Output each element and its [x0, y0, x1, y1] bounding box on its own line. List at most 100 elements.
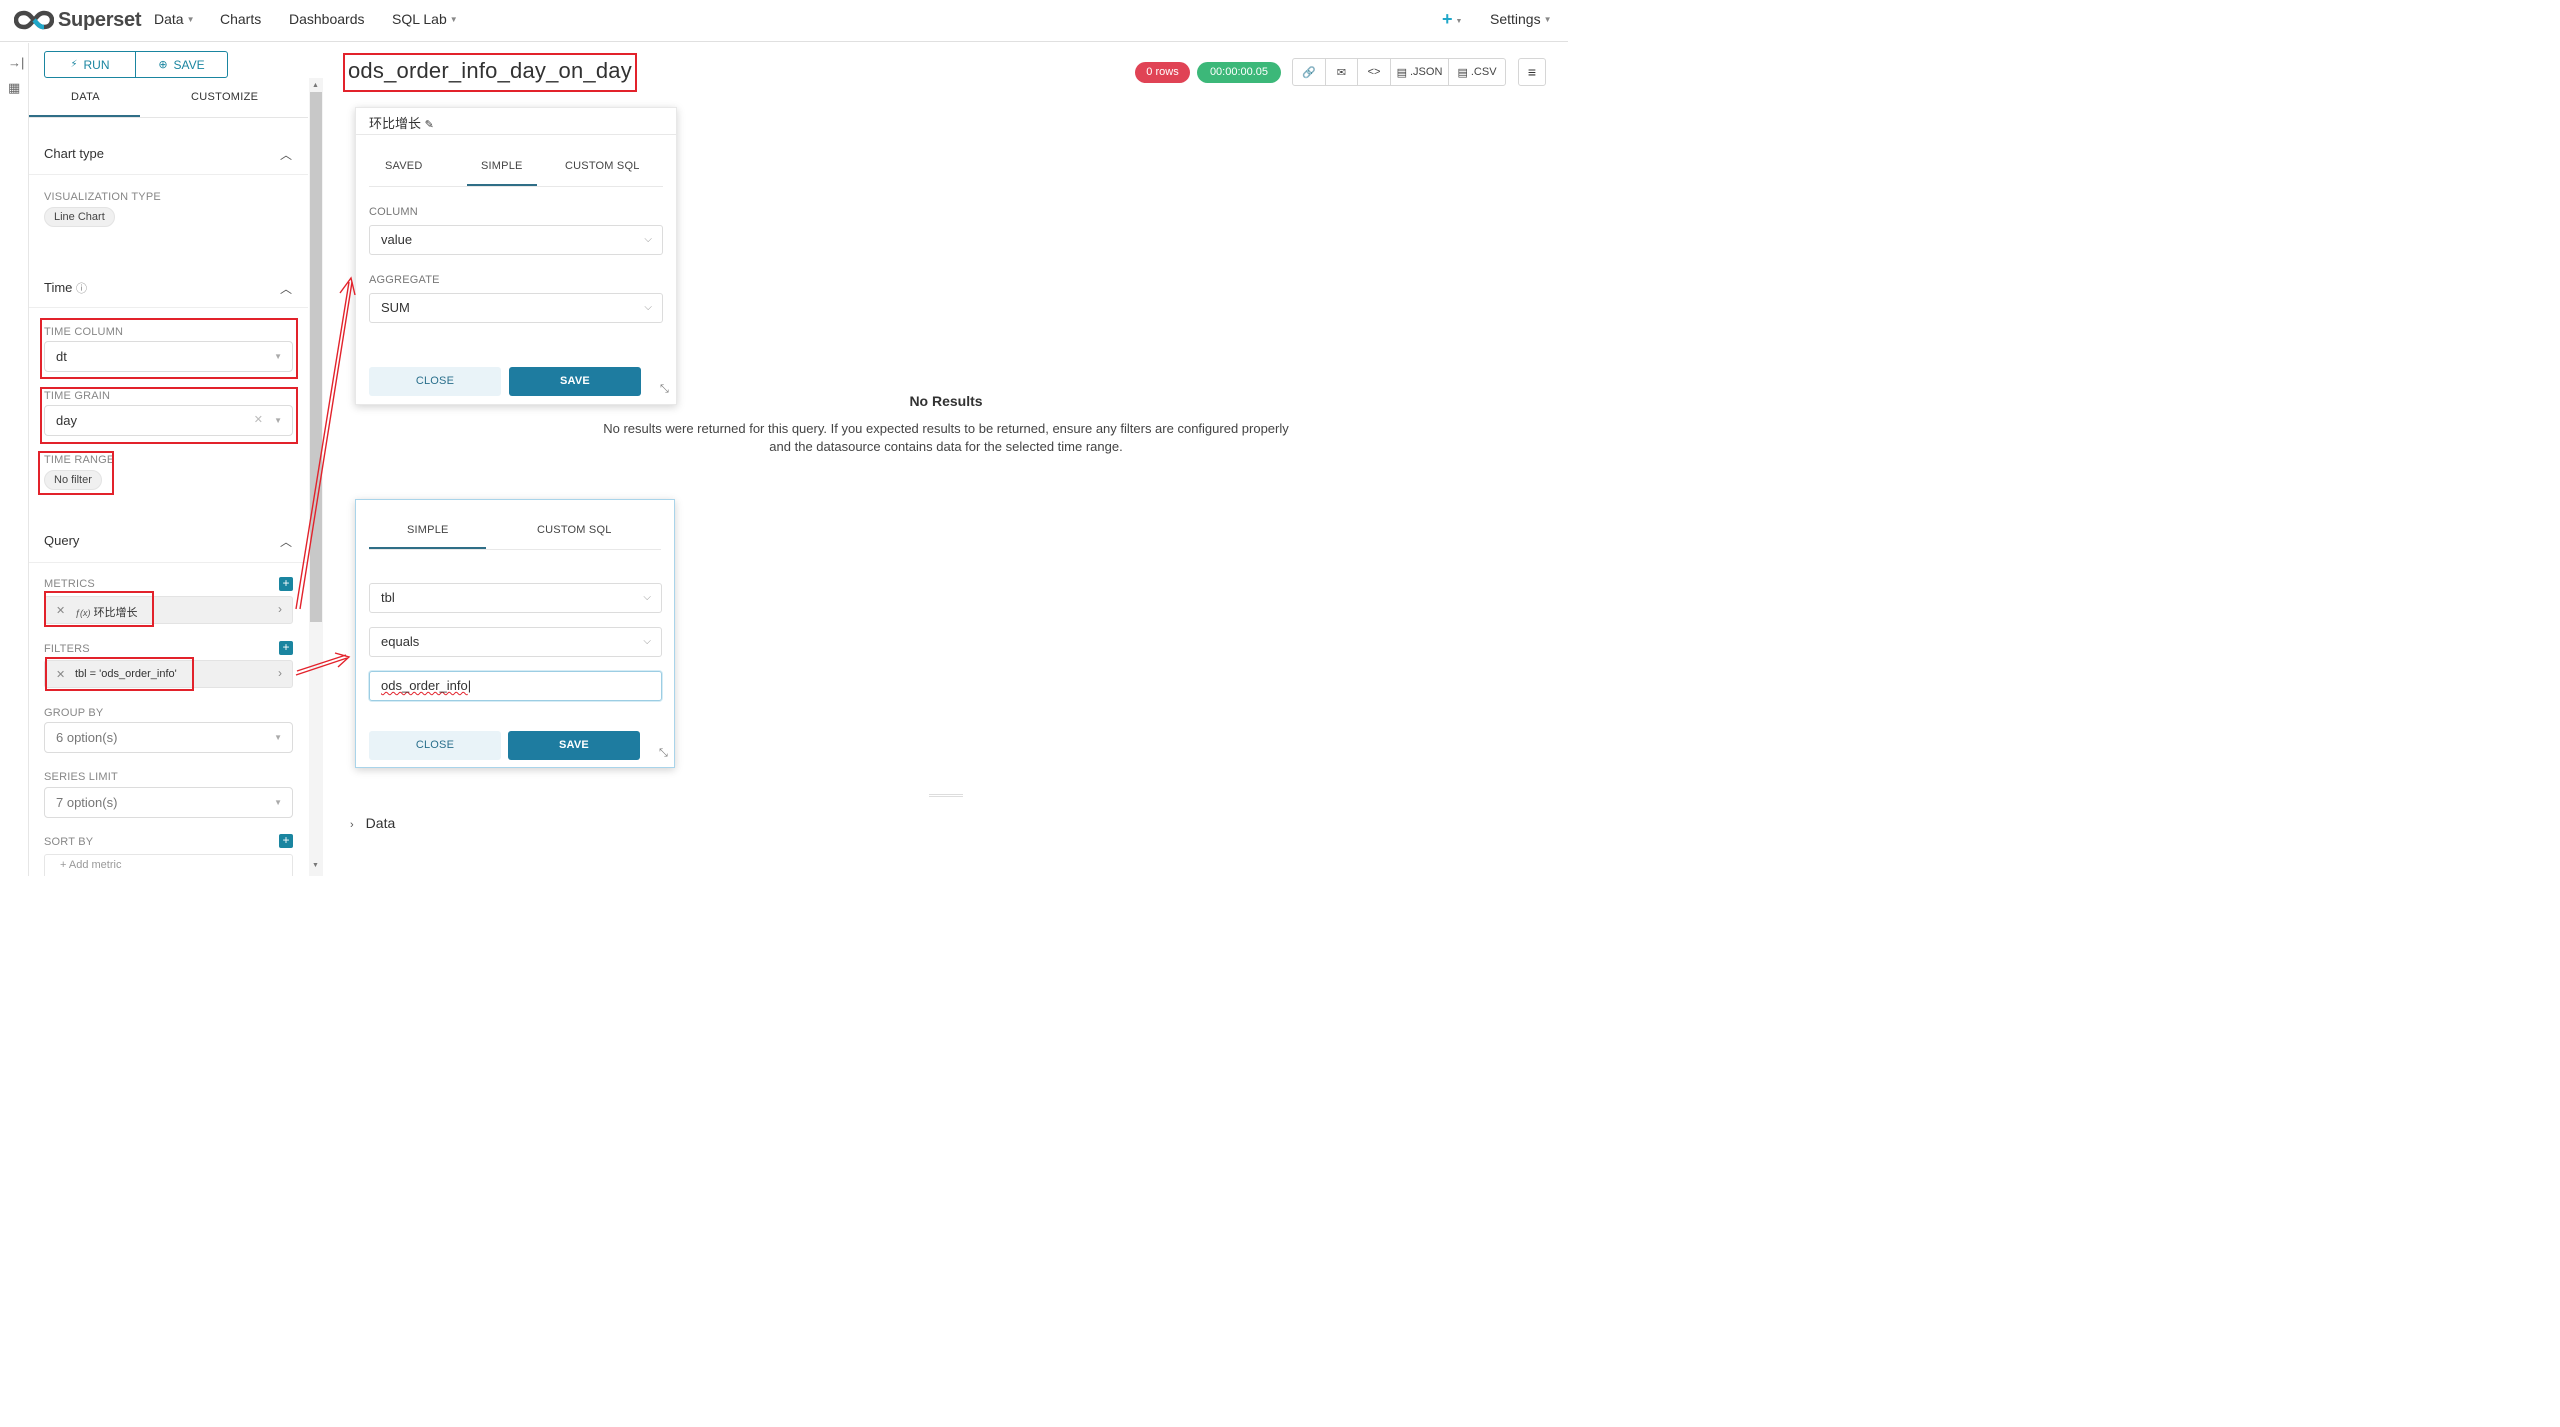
add-metric-text: Add metric — [68, 859, 122, 871]
aggregate-value: SUM — [381, 300, 410, 315]
plus-icon: + — [1442, 9, 1453, 29]
series-limit-placeholder: 7 option(s) — [56, 795, 118, 810]
run-button[interactable]: ⚡ RUN — [44, 51, 136, 78]
sort-by-label: SORT BY — [44, 836, 94, 848]
plus-icon: + — [60, 859, 67, 871]
divider — [29, 174, 308, 175]
resize-handle[interactable] — [929, 794, 963, 797]
chart-toolbar: 🔗 ✉ <> ▤ .JSON ▤ .CSV — [1292, 58, 1506, 86]
annotation-box — [40, 387, 298, 444]
close-button[interactable]: CLOSE — [369, 367, 501, 396]
link-icon[interactable]: 🔗 — [1293, 59, 1326, 85]
chevron-down-icon: ⌵ — [644, 302, 652, 313]
tab-simple[interactable]: SIMPLE — [407, 524, 449, 536]
divider — [29, 307, 308, 308]
nav-data[interactable]: Data ▼ — [154, 11, 195, 27]
viz-type-selector[interactable]: Line Chart — [44, 207, 115, 227]
data-section-toggle[interactable]: › Data — [350, 815, 395, 831]
file-icon: ▤ — [1457, 66, 1468, 79]
filter-operator-value: equals — [381, 634, 420, 649]
series-limit-select[interactable]: 7 option(s) ▼ — [44, 787, 293, 818]
divider — [369, 549, 661, 550]
metric-title: 环比增长 — [369, 116, 422, 131]
tab-data[interactable]: DATA — [71, 91, 100, 103]
tab-custom-sql[interactable]: CUSTOM SQL — [537, 524, 612, 536]
annotation-box — [343, 53, 637, 92]
section-chart-type-title[interactable]: Chart type — [44, 146, 104, 161]
save-label: SAVE — [173, 57, 205, 72]
text-cursor: | — [467, 678, 472, 693]
tab-custom-sql[interactable]: CUSTOM SQL — [565, 160, 640, 172]
superset-logo-icon — [14, 10, 54, 30]
run-label: RUN — [83, 57, 110, 72]
chevron-down-icon: ⌵ — [643, 636, 651, 647]
email-icon[interactable]: ✉ — [1326, 59, 1358, 85]
filter-comparator-input[interactable]: ods_order_info| — [369, 671, 662, 701]
scroll-up-arrow-icon[interactable]: ▲ — [312, 82, 319, 89]
nav-settings[interactable]: Settings ▼ — [1490, 11, 1552, 27]
nav-dashboards-label: Dashboards — [289, 11, 365, 27]
chevron-down-icon: ⌵ — [644, 234, 652, 245]
add-metric-plus-icon[interactable]: + — [279, 577, 293, 591]
info-icon: ⓘ — [76, 283, 88, 295]
group-by-placeholder: 6 option(s) — [56, 730, 118, 745]
chevron-up-icon[interactable]: ︿ — [280, 533, 292, 550]
filters-label: FILTERS — [44, 643, 90, 655]
viz-type-label: VISUALIZATION TYPE — [44, 191, 161, 203]
pencil-icon: ✎ — [424, 119, 434, 131]
column-select[interactable]: value ⌵ — [369, 225, 663, 255]
nav-settings-label: Settings — [1490, 11, 1541, 27]
save-chart-button[interactable]: ⊕ SAVE — [135, 51, 228, 78]
code-icon[interactable]: <> — [1358, 59, 1391, 85]
panel-scrollbar-thumb[interactable] — [310, 92, 322, 622]
chevron-right-icon: › — [278, 602, 282, 616]
caret-down-icon: ▼ — [1543, 15, 1552, 24]
metric-title-editable[interactable]: 环比增长 ✎ — [369, 113, 434, 132]
add-sort-plus-icon[interactable]: + — [279, 834, 293, 848]
no-results-line-1: No results were returned for this query.… — [603, 421, 1289, 436]
superset-logo[interactable]: Superset — [14, 7, 141, 33]
chevron-right-icon: › — [278, 666, 282, 680]
group-by-select[interactable]: 6 option(s) ▼ — [44, 722, 293, 753]
save-button[interactable]: SAVE — [508, 731, 640, 760]
section-time-title[interactable]: Time ⓘ — [44, 280, 87, 296]
resize-icon[interactable]: ⤡ — [659, 747, 668, 760]
add-filter-plus-icon[interactable]: + — [279, 641, 293, 655]
export-csv-button[interactable]: ▤ .CSV — [1449, 59, 1505, 85]
plus-circle-icon: ⊕ — [158, 59, 168, 71]
scroll-down-arrow-icon[interactable]: ▼ — [312, 862, 319, 869]
left-icon-strip: →| ▦ — [0, 43, 29, 876]
expand-right-icon[interactable]: →| — [8, 55, 24, 70]
tab-simple[interactable]: SIMPLE — [481, 160, 523, 172]
add-metric-placeholder[interactable]: + Add metric — [44, 854, 293, 876]
tab-saved[interactable]: SAVED — [385, 160, 422, 172]
metric-edit-popover — [355, 107, 677, 405]
close-button[interactable]: CLOSE — [369, 731, 501, 760]
no-results-line-2: and the datasource contains data for the… — [769, 439, 1123, 454]
export-json-button[interactable]: ▤ .JSON — [1391, 59, 1449, 85]
save-button[interactable]: SAVE — [509, 367, 641, 396]
annotation-box — [38, 451, 114, 495]
chevron-up-icon[interactable]: ︿ — [280, 280, 292, 297]
filter-subject-value: tbl — [381, 590, 395, 605]
filter-subject-select[interactable]: tbl ⌵ — [369, 583, 662, 613]
add-new-button[interactable]: + ▼ — [1442, 9, 1462, 30]
section-query-title[interactable]: Query — [44, 533, 79, 548]
menu-icon[interactable]: ≡ — [1518, 58, 1546, 86]
column-label: COLUMN — [369, 206, 418, 218]
caret-down-icon: ▼ — [1455, 18, 1463, 25]
nav-dashboards[interactable]: Dashboards — [289, 11, 365, 27]
nav-charts-label: Charts — [220, 11, 262, 27]
tab-customize[interactable]: CUSTOMIZE — [191, 91, 258, 103]
filter-operator-select[interactable]: equals ⌵ — [369, 627, 662, 657]
no-results-message: No results were returned for this query.… — [560, 420, 1332, 456]
caret-down-icon: ▼ — [274, 798, 282, 807]
resize-icon[interactable]: ⤡ — [660, 383, 669, 396]
nav-charts[interactable]: Charts — [220, 11, 261, 27]
series-limit-label: SERIES LIMIT — [44, 771, 118, 783]
nav-sql-lab[interactable]: SQL Lab ▼ — [392, 11, 458, 27]
chevron-right-icon: › — [350, 819, 354, 831]
chevron-up-icon[interactable]: ︿ — [280, 146, 292, 163]
aggregate-select[interactable]: SUM ⌵ — [369, 293, 663, 323]
table-icon[interactable]: ▦ — [8, 80, 20, 96]
